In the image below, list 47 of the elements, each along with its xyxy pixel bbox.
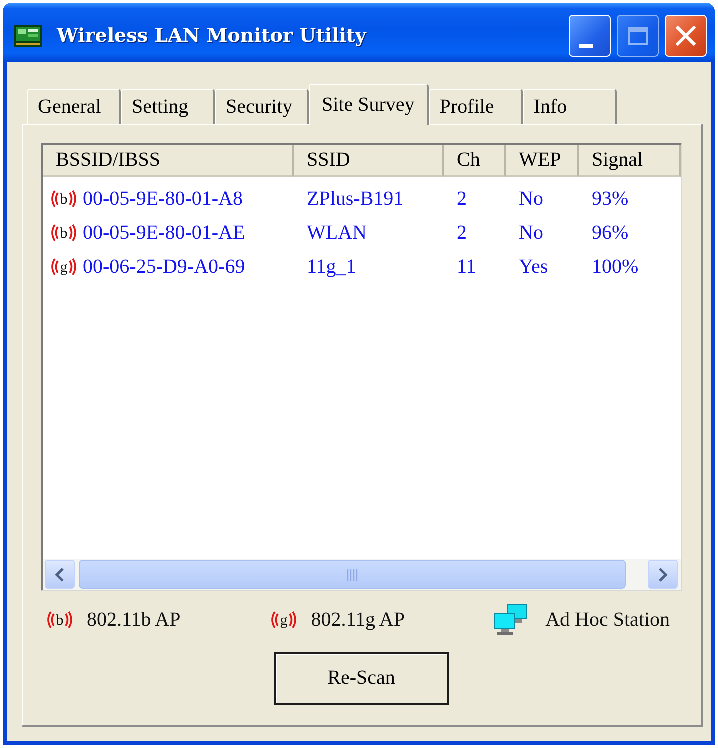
table-cell-text: ZPlus-B191	[306, 188, 405, 210]
column-header[interactable]: Signal	[579, 145, 681, 177]
scroll-left-button[interactable]	[45, 560, 75, 589]
window-title: Wireless LAN Monitor Utility	[57, 24, 368, 46]
table-cell-text: No	[518, 188, 544, 210]
close-icon	[676, 26, 696, 46]
tab[interactable]: Site Survey	[309, 84, 429, 125]
legend-label: 802.11g AP	[311, 608, 406, 632]
list-row[interactable]: g 00-06-25-D9-A0-69 11g_1 11 Yes 100%	[43, 250, 681, 284]
table-cell-text: 11	[456, 256, 478, 278]
legend-label: 802.11b AP	[87, 608, 181, 632]
table-cell-text: 2	[456, 188, 468, 210]
chevron-left-icon	[55, 568, 65, 582]
tab[interactable]: General	[27, 89, 121, 124]
two-monitors-icon	[494, 604, 528, 636]
column-header[interactable]: WEP	[506, 145, 579, 177]
rescan-button[interactable]: Re-Scan	[274, 652, 449, 705]
tab[interactable]: Profile	[428, 89, 523, 124]
legend-label: Ad Hoc Station	[546, 608, 670, 632]
table-cell: 00-06-25-D9-A0-69	[83, 256, 246, 278]
table-cell-text: No	[518, 222, 544, 244]
column-header[interactable]: BSSID/IBSS	[43, 145, 294, 177]
table-cell-text: 96%	[591, 222, 630, 244]
table-cell-text: 11g_1	[306, 256, 358, 278]
scrollbar-thumb[interactable]	[79, 560, 626, 589]
column-header[interactable]: SSID	[294, 145, 444, 177]
tab[interactable]: Info	[522, 89, 617, 124]
list-row[interactable]: b 00-05-9E-80-01-A8 ZPlus-B191 2 No 93%	[43, 182, 681, 216]
minimize-button[interactable]	[569, 14, 611, 56]
tab[interactable]: Security	[215, 89, 309, 124]
table-cell-text: 93%	[591, 188, 630, 210]
table-cell-text: WLAN	[306, 222, 368, 244]
grip-icon	[347, 568, 358, 580]
minimize-icon	[579, 44, 593, 48]
tab[interactable]: Setting	[121, 89, 215, 124]
table-cell-text: Yes	[518, 256, 550, 278]
chevron-right-icon	[658, 568, 668, 582]
list-row[interactable]: b 00-05-9E-80-01-AE WLAN 2 No 96%	[43, 216, 681, 250]
column-header[interactable]: Ch	[444, 145, 506, 177]
table-cell: 00-05-9E-80-01-A8	[83, 188, 243, 210]
table-cell: 00-05-9E-80-01-AE	[83, 222, 246, 244]
network-card-icon	[14, 24, 42, 46]
close-button[interactable]	[665, 14, 707, 56]
table-cell-text: 2	[456, 222, 468, 244]
table-cell-text: 100%	[591, 256, 640, 278]
maximize-icon	[628, 26, 648, 44]
scroll-right-button[interactable]	[648, 560, 678, 589]
